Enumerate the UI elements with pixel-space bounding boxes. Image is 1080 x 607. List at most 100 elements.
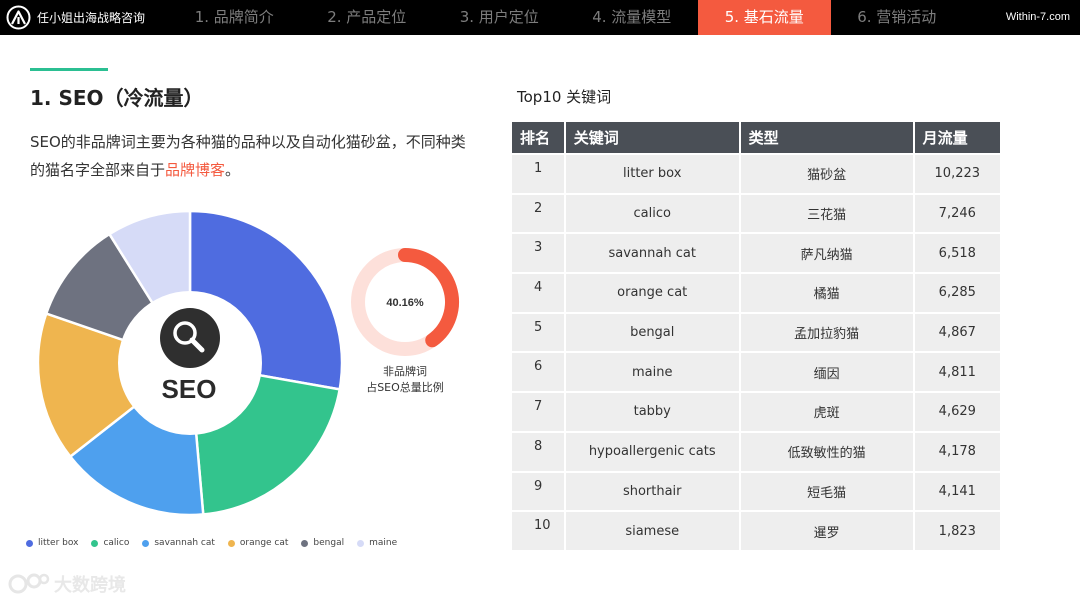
table-title: Top10 关键词 bbox=[517, 88, 612, 106]
header-volume: 月流量 bbox=[914, 122, 1000, 153]
cell-volume: 4,178 bbox=[914, 432, 1000, 471]
cell-type: 孟加拉豹猫 bbox=[740, 313, 913, 352]
table-row: 2 calico 三花猫 7,246 bbox=[512, 194, 1000, 233]
brand-logo[interactable]: 任小姐出海战略咨询 bbox=[6, 5, 145, 30]
cell-volume: 6,518 bbox=[914, 234, 1000, 273]
cell-rank: 4 bbox=[512, 274, 564, 312]
nav-tab-brand-intro[interactable]: 1. 品牌简介 bbox=[168, 0, 301, 35]
cell-volume: 10,223 bbox=[914, 155, 1000, 193]
table-row: 3 savannah cat 萨凡纳猫 6,518 bbox=[512, 234, 1000, 273]
ratio-caption: 非品牌词 占SEO总量比例 bbox=[340, 364, 470, 396]
donut-legend: litter box calico savannah cat orange ca… bbox=[26, 538, 410, 548]
site-link[interactable]: Within-7.com bbox=[1006, 0, 1070, 35]
legend-dot bbox=[26, 539, 33, 547]
cell-keyword: calico bbox=[565, 194, 739, 233]
nav-tab-product-positioning[interactable]: 2. 产品定位 bbox=[301, 0, 434, 35]
watermark-text: 大数跨境 bbox=[54, 575, 126, 596]
search-icon bbox=[160, 308, 220, 368]
cell-keyword: maine bbox=[565, 353, 739, 392]
legend-dot bbox=[357, 539, 365, 547]
cell-rank: 7 bbox=[512, 393, 564, 431]
watermark-logo-icon bbox=[8, 573, 50, 594]
table-row: 8 hypoallergenic cats 低致敏性的猫 4,178 bbox=[512, 432, 1000, 471]
legend-item: orange cat bbox=[227, 538, 289, 548]
cell-keyword: litter box bbox=[565, 155, 739, 193]
legend-item: bengal bbox=[301, 538, 344, 548]
cell-volume: 1,823 bbox=[914, 512, 1000, 550]
legend-label: orange cat bbox=[239, 538, 289, 548]
cell-rank: 9 bbox=[512, 472, 564, 511]
legend-label: bengal bbox=[313, 538, 345, 548]
table-row: 1 litter box 猫砂盆 10,223 bbox=[512, 155, 1000, 193]
legend-dot bbox=[227, 539, 235, 547]
cell-volume: 4,629 bbox=[914, 393, 1000, 431]
legend-label: savannah cat bbox=[154, 538, 215, 548]
legend-dot bbox=[142, 539, 150, 547]
brand-name: 任小姐出海战略咨询 bbox=[37, 11, 146, 25]
cell-rank: 8 bbox=[512, 432, 564, 471]
cell-rank: 2 bbox=[512, 194, 564, 233]
table-row: 5 bengal 孟加拉豹猫 4,867 bbox=[512, 313, 1000, 352]
table-row: 7 tabby 虎斑 4,629 bbox=[512, 393, 1000, 431]
legend-item: savannah cat bbox=[142, 538, 215, 548]
watermark: 大数跨境 bbox=[8, 571, 126, 597]
cell-volume: 4,811 bbox=[914, 353, 1000, 392]
table-row: 6 maine 缅因 4,811 bbox=[512, 353, 1000, 392]
cell-type: 猫砂盆 bbox=[740, 155, 913, 193]
ratio-caption-line1: 非品牌词 bbox=[383, 365, 427, 378]
cell-volume: 4,141 bbox=[914, 472, 1000, 511]
table-row: 9 shorthair 短毛猫 4,141 bbox=[512, 472, 1000, 511]
legend-label: maine bbox=[369, 538, 398, 548]
cell-rank: 6 bbox=[512, 353, 564, 392]
cell-keyword: tabby bbox=[565, 393, 739, 431]
legend-item: calico bbox=[91, 538, 129, 548]
cell-type: 虎斑 bbox=[740, 393, 913, 431]
description-highlight: 品牌博客 bbox=[165, 161, 226, 179]
title-accent-bar bbox=[30, 68, 108, 71]
legend-item: litter box bbox=[26, 538, 78, 548]
header-keyword: 关键词 bbox=[565, 122, 739, 153]
legend-label: litter box bbox=[38, 538, 79, 548]
cell-keyword: orange cat bbox=[565, 274, 739, 312]
cell-type: 暹罗 bbox=[740, 512, 913, 550]
cell-type: 萨凡纳猫 bbox=[740, 234, 913, 273]
legend-item: maine bbox=[357, 538, 397, 548]
cell-rank: 5 bbox=[512, 313, 564, 352]
cell-keyword: savannah cat bbox=[565, 234, 739, 273]
cell-volume: 7,246 bbox=[914, 194, 1000, 233]
cell-rank: 3 bbox=[512, 234, 564, 273]
cell-rank: 10 bbox=[512, 512, 564, 550]
cell-keyword: hypoallergenic cats bbox=[565, 432, 739, 471]
table-header-row: 排名 关键词 类型 月流量 bbox=[512, 122, 1000, 153]
cell-type: 低致敏性的猫 bbox=[740, 432, 913, 471]
cell-type: 短毛猫 bbox=[740, 472, 913, 511]
legend-dot bbox=[91, 539, 99, 547]
section-nav: 1. 品牌简介 2. 产品定位 3. 用户定位 4. 流量模型 5. 基石流量 … bbox=[168, 0, 976, 35]
description-suffix: 。 bbox=[225, 161, 241, 179]
cell-keyword: shorthair bbox=[565, 472, 739, 511]
table-row: 4 orange cat 橘猫 6,285 bbox=[512, 274, 1000, 312]
cell-keyword: bengal bbox=[565, 313, 739, 352]
cell-volume: 6,285 bbox=[914, 274, 1000, 312]
nav-tab-traffic-model[interactable]: 4. 流量模型 bbox=[566, 0, 699, 35]
ratio-caption-line2: 占SEO总量比例 bbox=[366, 381, 444, 394]
keyword-table: 排名 关键词 类型 月流量 1 litter box 猫砂盆 10,223 2 cali… bbox=[510, 120, 1002, 552]
seo-donut-chart: SEO 40.16% bbox=[36, 209, 459, 517]
nav-tab-marketing-campaigns[interactable]: 6. 营销活动 bbox=[831, 0, 964, 35]
cell-type: 缅因 bbox=[740, 353, 913, 392]
description-text: SEO的非品牌词主要为各种猫的品种以及自动化猫砂盆，不同种类的猫名字全部来自于 bbox=[30, 133, 466, 179]
section-title: 1. SEO（冷流量） bbox=[30, 86, 204, 110]
nav-tab-foundation-traffic[interactable]: 5. 基石流量 bbox=[698, 0, 831, 35]
section-description: SEO的非品牌词主要为各种猫的品种以及自动化猫砂盆，不同种类的猫名字全部来自于品… bbox=[30, 128, 470, 184]
cell-keyword: siamese bbox=[565, 512, 739, 550]
table-row: 10 siamese 暹罗 1,823 bbox=[512, 512, 1000, 550]
cell-rank: 1 bbox=[512, 155, 564, 193]
legend-label: calico bbox=[103, 538, 130, 548]
header-type: 类型 bbox=[740, 122, 913, 153]
top-navigation-bar: 任小姐出海战略咨询 1. 品牌简介 2. 产品定位 3. 用户定位 4. 流量模… bbox=[0, 0, 1080, 35]
nav-tab-user-positioning[interactable]: 3. 用户定位 bbox=[433, 0, 566, 35]
logo-icon bbox=[6, 5, 31, 30]
legend-dot bbox=[301, 539, 309, 547]
cell-type: 橘猫 bbox=[740, 274, 913, 312]
ratio-value: 40.16% bbox=[386, 297, 424, 309]
